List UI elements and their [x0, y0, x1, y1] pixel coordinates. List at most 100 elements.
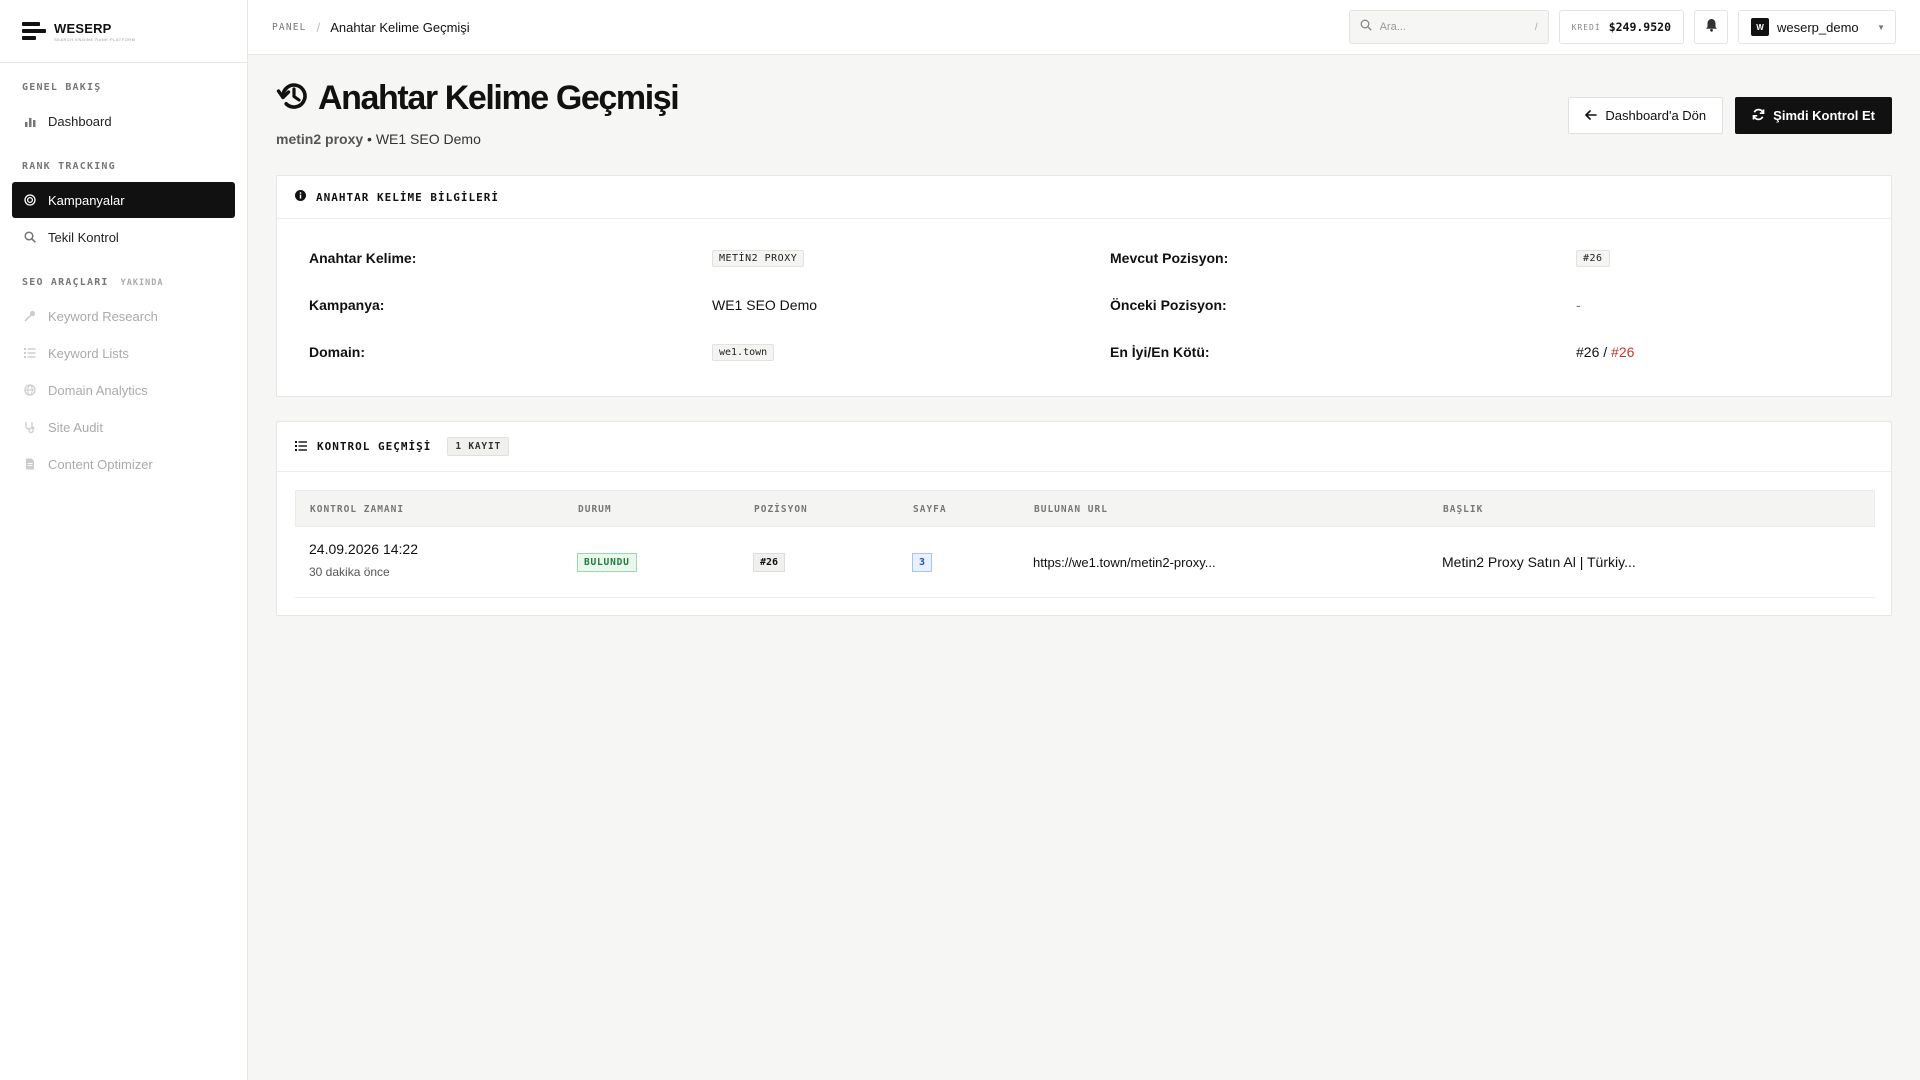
- found-url-link[interactable]: https://we1.town/metin2-proxy...: [1033, 555, 1216, 570]
- worst-position: #26: [1611, 344, 1635, 360]
- best-position: #26: [1576, 344, 1600, 360]
- info-row-keyword: Anahtar Kelime: METİN2 PROXY Mevcut Pozi…: [277, 243, 1891, 273]
- previous-position-value: -: [1576, 297, 1581, 313]
- sidebar-item-keyword-research[interactable]: Keyword Research: [12, 298, 235, 334]
- chevron-down-icon: ▼: [1877, 22, 1885, 32]
- page-badge: 3: [912, 553, 933, 572]
- table-header: KONTROL ZAMANI DURUM POZİSYON SAYFA BULU…: [295, 490, 1875, 527]
- page-header: Anahtar Kelime Geçmişi metin2 proxy • WE…: [276, 55, 1892, 175]
- bar-chart-icon: [24, 115, 36, 127]
- sidebar-item-label: Keyword Research: [48, 308, 158, 324]
- brand-tagline: SEARCH ENGINE RANK PLATFORM: [54, 36, 136, 42]
- search-shortcut: /: [1534, 21, 1538, 33]
- column-header[interactable]: BULUNAN URL: [1034, 504, 1108, 515]
- username: weserp_demo: [1777, 19, 1859, 35]
- campaign-label: Kampanya:: [309, 297, 385, 313]
- check-time-relative: 30 dakika önce: [309, 565, 390, 579]
- column-header[interactable]: BAŞLIK: [1443, 504, 1483, 515]
- breadcrumb-root[interactable]: PANEL: [272, 22, 307, 33]
- info-row-domain: Domain: we1.town En İyi/En Kötü: #26 / #…: [277, 337, 1891, 367]
- sidebar: WESERP SEARCH ENGINE RANK PLATFORM GENEL…: [0, 0, 248, 1080]
- column-header[interactable]: DURUM: [578, 504, 612, 515]
- globe-icon: [24, 384, 36, 396]
- credit-value: $249.9520: [1608, 20, 1671, 34]
- sidebar-item-label: Content Optimizer: [48, 456, 153, 472]
- search-input[interactable]: [1379, 21, 1527, 33]
- column-header[interactable]: POZİSYON: [754, 504, 808, 515]
- brand-logo[interactable]: WESERP SEARCH ENGINE RANK PLATFORM: [0, 0, 247, 63]
- page-subtitle: metin2 proxy • WE1 SEO Demo: [276, 131, 481, 147]
- current-position-label: Mevcut Pozisyon:: [1110, 250, 1229, 266]
- domain-tag: we1.town: [712, 344, 775, 361]
- result-title: Metin2 Proxy Satın Al | Türkiy...: [1442, 554, 1636, 570]
- sidebar-item-label: Dashboard: [48, 113, 112, 129]
- coming-soon-badge: YAKINDA: [120, 277, 164, 288]
- sidebar-item-domain-analytics[interactable]: Domain Analytics: [12, 372, 235, 408]
- document-icon: [24, 458, 36, 470]
- sidebar-item-label: Domain Analytics: [48, 382, 148, 398]
- search-icon: [1360, 18, 1372, 36]
- best-worst-value: #26 / #26: [1576, 344, 1634, 360]
- page-title: Anahtar Kelime Geçmişi: [318, 79, 680, 117]
- subtitle-keyword: metin2 proxy: [276, 131, 364, 147]
- button-label: Şimdi Kontrol Et: [1773, 108, 1875, 123]
- column-header[interactable]: KONTROL ZAMANI: [310, 504, 404, 515]
- breadcrumb-separator: /: [316, 19, 321, 35]
- back-to-dashboard-button[interactable]: Dashboard'a Dön: [1568, 97, 1724, 134]
- sidebar-item-label: Keyword Lists: [48, 345, 129, 361]
- refresh-icon: [1752, 108, 1765, 124]
- bell-icon: [1705, 18, 1718, 37]
- credit-balance: KREDİ $249.9520: [1558, 10, 1684, 44]
- sidebar-item-label: Site Audit: [48, 419, 103, 435]
- arrow-left-icon: [1585, 108, 1598, 123]
- card-title: KONTROL GEÇMİŞİ: [317, 440, 432, 453]
- topbar: PANEL / Anahtar Kelime Geçmişi / KREDİ $…: [248, 0, 1920, 55]
- list-icon: [295, 438, 307, 456]
- check-time: 24.09.2026 14:22: [309, 541, 418, 557]
- user-menu[interactable]: W weserp_demo ▼: [1738, 10, 1896, 44]
- check-now-button[interactable]: Şimdi Kontrol Et: [1735, 97, 1892, 134]
- current-position-badge: #26: [1576, 250, 1610, 267]
- search-box[interactable]: /: [1348, 10, 1549, 44]
- card-header: ANAHTAR KELİME BİLGİLERİ: [277, 176, 1891, 219]
- keyword-info-card: ANAHTAR KELİME BİLGİLERİ Anahtar Kelime:…: [276, 175, 1892, 397]
- list-icon: [24, 347, 36, 359]
- sidebar-item-campaigns[interactable]: Kampanyalar: [12, 182, 235, 218]
- logo-icon: [22, 22, 46, 40]
- sidebar-item-single-check[interactable]: Tekil Kontrol: [12, 219, 235, 255]
- nav-section-rank-tracking: RANK TRACKING: [22, 161, 116, 172]
- avatar: W: [1751, 18, 1769, 36]
- column-header[interactable]: SAYFA: [913, 504, 947, 515]
- nav-section-overview: GENEL BAKIŞ: [22, 82, 102, 93]
- card-title: ANAHTAR KELİME BİLGİLERİ: [316, 190, 499, 204]
- info-icon: [295, 188, 306, 206]
- target-icon: [24, 194, 36, 206]
- check-history-card: KONTROL GEÇMİŞİ 1 KAYIT KONTROL ZAMANI D…: [276, 421, 1892, 616]
- keyword-label: Anahtar Kelime:: [309, 250, 417, 266]
- card-header: KONTROL GEÇMİŞİ 1 KAYIT: [277, 422, 1891, 472]
- sidebar-item-content-optimizer[interactable]: Content Optimizer: [12, 446, 235, 482]
- best-worst-separator: /: [1603, 344, 1608, 360]
- keyword-tag: METİN2 PROXY: [712, 250, 805, 267]
- table-row: 24.09.2026 14:22 30 dakika önce BULUNDU …: [295, 527, 1875, 598]
- position-badge: #26: [753, 553, 786, 572]
- brand-name: WESERP: [54, 20, 112, 36]
- subtitle-separator: •: [367, 131, 372, 147]
- campaign-value: WE1 SEO Demo: [712, 297, 818, 313]
- sidebar-item-label: Tekil Kontrol: [48, 229, 119, 245]
- search-icon: [24, 231, 36, 243]
- previous-position-label: Önceki Pozisyon:: [1110, 297, 1227, 313]
- info-row-campaign: Kampanya: WE1 SEO Demo Önceki Pozisyon: …: [277, 290, 1891, 320]
- nav-section-seo-tools: SEO ARAÇLARI YAKINDA: [22, 277, 164, 288]
- best-worst-label: En İyi/En Kötü:: [1110, 344, 1210, 360]
- subtitle-campaign: WE1 SEO Demo: [375, 131, 481, 147]
- history-icon: [276, 78, 312, 119]
- sidebar-item-dashboard[interactable]: Dashboard: [12, 103, 235, 139]
- sidebar-item-label: Kampanyalar: [48, 192, 125, 208]
- sidebar-item-keyword-lists[interactable]: Keyword Lists: [12, 335, 235, 371]
- notifications-button[interactable]: [1694, 10, 1728, 44]
- sidebar-item-site-audit[interactable]: Site Audit: [12, 409, 235, 445]
- credit-label: KREDİ: [1571, 22, 1601, 32]
- key-icon: [24, 310, 36, 322]
- record-count-badge: 1 KAYIT: [447, 437, 509, 456]
